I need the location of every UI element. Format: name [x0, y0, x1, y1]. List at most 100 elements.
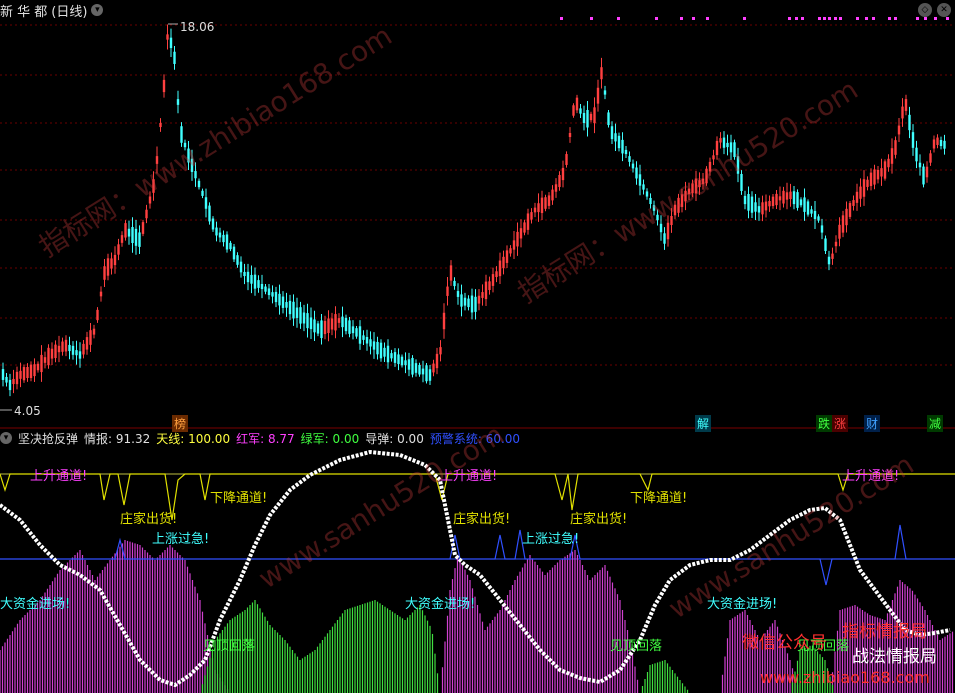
- candle-body: [778, 196, 782, 201]
- tag-die[interactable]: 跌: [816, 415, 833, 432]
- candle-body: [134, 228, 138, 246]
- candle-body: [505, 250, 509, 263]
- candle-body: [470, 295, 474, 313]
- candle-body: [621, 139, 624, 154]
- candle-body: [554, 184, 558, 192]
- price-high-label: 18.06: [180, 20, 215, 34]
- period-dropdown-icon[interactable]: ▾: [91, 4, 104, 16]
- signal-dot: [788, 17, 791, 20]
- indicator-value: 天线: 100.00: [156, 431, 231, 446]
- candle-body: [467, 298, 470, 308]
- candle-body: [537, 203, 540, 213]
- promo-site: www.zhibiao168.com: [760, 668, 930, 687]
- candle-body: [785, 192, 789, 200]
- candle-body: [92, 328, 96, 335]
- candle-body: [246, 271, 250, 283]
- candle-body: [523, 222, 526, 233]
- candle-body: [26, 367, 29, 378]
- indicator-name[interactable]: 坚决抢反弹: [18, 430, 78, 447]
- candle-body: [792, 191, 796, 205]
- expand-icon[interactable]: ◇: [918, 3, 932, 17]
- stock-title: 新 华 都: [0, 4, 48, 20]
- candle-body: [376, 341, 379, 355]
- candle-body: [78, 351, 82, 359]
- candle-body: [348, 320, 351, 334]
- candle-body: [446, 286, 449, 296]
- tag-jian[interactable]: 减: [927, 415, 944, 432]
- candle-body: [239, 261, 243, 273]
- signal-down-channel: 下降通道!: [210, 491, 268, 506]
- candle-body: [68, 344, 71, 352]
- candle-body: [932, 139, 936, 149]
- candle-body: [593, 107, 596, 124]
- candle-body: [813, 210, 817, 220]
- candle-body: [85, 337, 89, 350]
- signal-dealer-ship: 庄家出货!: [570, 512, 628, 527]
- candle-body: [327, 318, 330, 334]
- indicator-value: 红军: 8.77: [236, 431, 295, 446]
- signal-dot: [865, 17, 868, 20]
- signal-dot: [560, 17, 563, 20]
- candle-body: [824, 238, 827, 252]
- indicator-menu-icon[interactable]: ▾: [0, 432, 12, 444]
- tag-jie[interactable]: 解: [695, 415, 712, 432]
- top-signal-markers: [560, 17, 949, 20]
- candle-body: [761, 202, 764, 215]
- candle-body: [617, 135, 621, 149]
- signal-dot: [834, 17, 837, 20]
- signal-up-channel: 上升通道!: [30, 469, 88, 484]
- signal-top-fall: 见顶回落: [203, 639, 256, 654]
- candle-body: [796, 192, 799, 208]
- candle-body: [831, 253, 834, 259]
- candle-body: [222, 234, 225, 243]
- candle-body: [421, 368, 425, 375]
- candle-body: [96, 309, 99, 321]
- close-icon[interactable]: ✕: [937, 3, 951, 17]
- candle-body: [211, 218, 215, 230]
- candle-body: [397, 354, 400, 365]
- tag-cai[interactable]: 财: [864, 415, 881, 432]
- price-low-label: 4.05: [14, 404, 41, 418]
- candle-body: [12, 378, 15, 385]
- candle-body: [1, 369, 5, 380]
- signal-dot: [801, 17, 804, 20]
- candle-body: [642, 184, 645, 190]
- candle-body: [5, 376, 8, 383]
- candle-body: [880, 168, 883, 177]
- candle-body: [50, 348, 54, 359]
- candle-body: [225, 234, 229, 250]
- candle-body: [624, 149, 628, 155]
- candle-body: [159, 122, 162, 128]
- candle-body: [306, 313, 309, 329]
- signal-dot: [872, 17, 875, 20]
- tag-zhang[interactable]: 涨: [832, 415, 849, 432]
- promo-brand1: 指标情报局: [842, 622, 927, 642]
- candle-body: [747, 193, 750, 211]
- candle-body: [568, 132, 572, 138]
- candle-body: [859, 186, 862, 199]
- candle-body: [806, 201, 810, 215]
- candle-body: [29, 364, 33, 379]
- candle-body: [365, 336, 369, 344]
- candle-body: [253, 274, 257, 289]
- candle-body: [572, 105, 575, 116]
- candle-body: [131, 226, 134, 244]
- candle-body: [603, 90, 607, 95]
- signal-dot: [924, 17, 927, 20]
- candle-body: [390, 353, 393, 359]
- candle-body: [43, 357, 47, 363]
- signal-dot: [818, 17, 821, 20]
- candle-body: [848, 203, 852, 217]
- candle-body: [15, 371, 19, 385]
- candle-body: [274, 291, 278, 303]
- candle-body: [337, 318, 341, 323]
- candle-body: [355, 328, 358, 337]
- candle-body: [481, 292, 484, 298]
- candle-body: [288, 300, 292, 315]
- signal-dot: [828, 17, 831, 20]
- candle-body: [313, 319, 316, 333]
- signal-down-channel: 下降通道!: [630, 491, 688, 506]
- indicator-value: 情报: 91.32: [84, 431, 151, 446]
- candle-body: [54, 344, 57, 359]
- candle-body: [904, 99, 908, 111]
